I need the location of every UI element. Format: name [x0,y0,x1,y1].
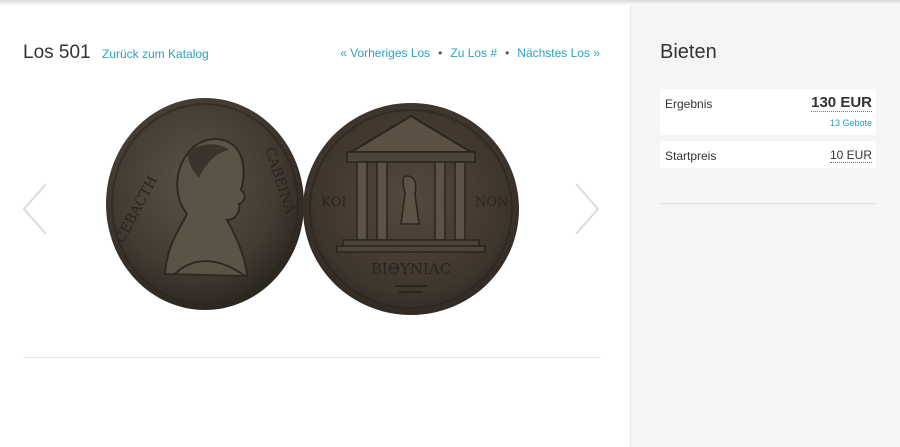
start-price-row: Startpreis 10 EUR [660,141,876,168]
sidebar-divider [660,203,876,204]
content-divider [23,357,601,358]
lot-title: Los 501 [23,42,91,63]
result-value: 130 EUR [811,94,872,112]
next-image-arrow-icon[interactable] [574,182,600,236]
next-lot-link[interactable]: Nächstes Los » [517,46,600,60]
coin-reverse: ΚΟΙ ΝΟΝ ΒΙΘΥΝΙΑϹ [303,103,519,315]
previous-image-arrow-icon[interactable] [22,182,48,236]
nav-separator: • [438,46,443,60]
nav-separator: • [505,46,510,60]
result-label: Ergebnis [665,97,713,111]
bids-count-link[interactable]: 13 Gebote [830,118,872,128]
coin-image[interactable]: ϹΕΒΑϹΤΗ ϹΑΒΕΙΝΑ ΚΟΙ ΝΟΝ ΒΙΘΥΝΙΑϹ [95,94,535,324]
reverse-legend-right: ΝΟΝ [475,195,508,210]
lot-navigation: « Vorheriges Los • Zu Los # • Nächstes L… [340,46,600,60]
reverse-legend-left: ΚΟΙ [321,195,347,210]
start-price-value: 10 EUR [829,148,872,163]
previous-lot-link[interactable]: « Vorheriges Los [340,46,430,60]
start-price-label: Startpreis [665,149,717,163]
coin-obverse: ϹΕΒΑϹΤΗ ϹΑΒΕΙΝΑ [106,98,304,310]
goto-lot-link[interactable]: Zu Los # [450,46,497,60]
back-to-catalog-link[interactable]: Zurück zum Katalog [102,47,209,61]
reverse-legend-bottom: ΒΙΘΥΝΙΑϹ [371,260,452,278]
bidding-sidebar: Bieten Ergebnis 130 EUR 13 Gebote Startp… [630,6,900,447]
lot-main-panel: Los 501 Zurück zum Katalog « Vorheriges … [0,6,630,447]
bidding-title: Bieten [660,41,717,63]
result-row: Ergebnis 130 EUR 13 Gebote [660,89,876,135]
